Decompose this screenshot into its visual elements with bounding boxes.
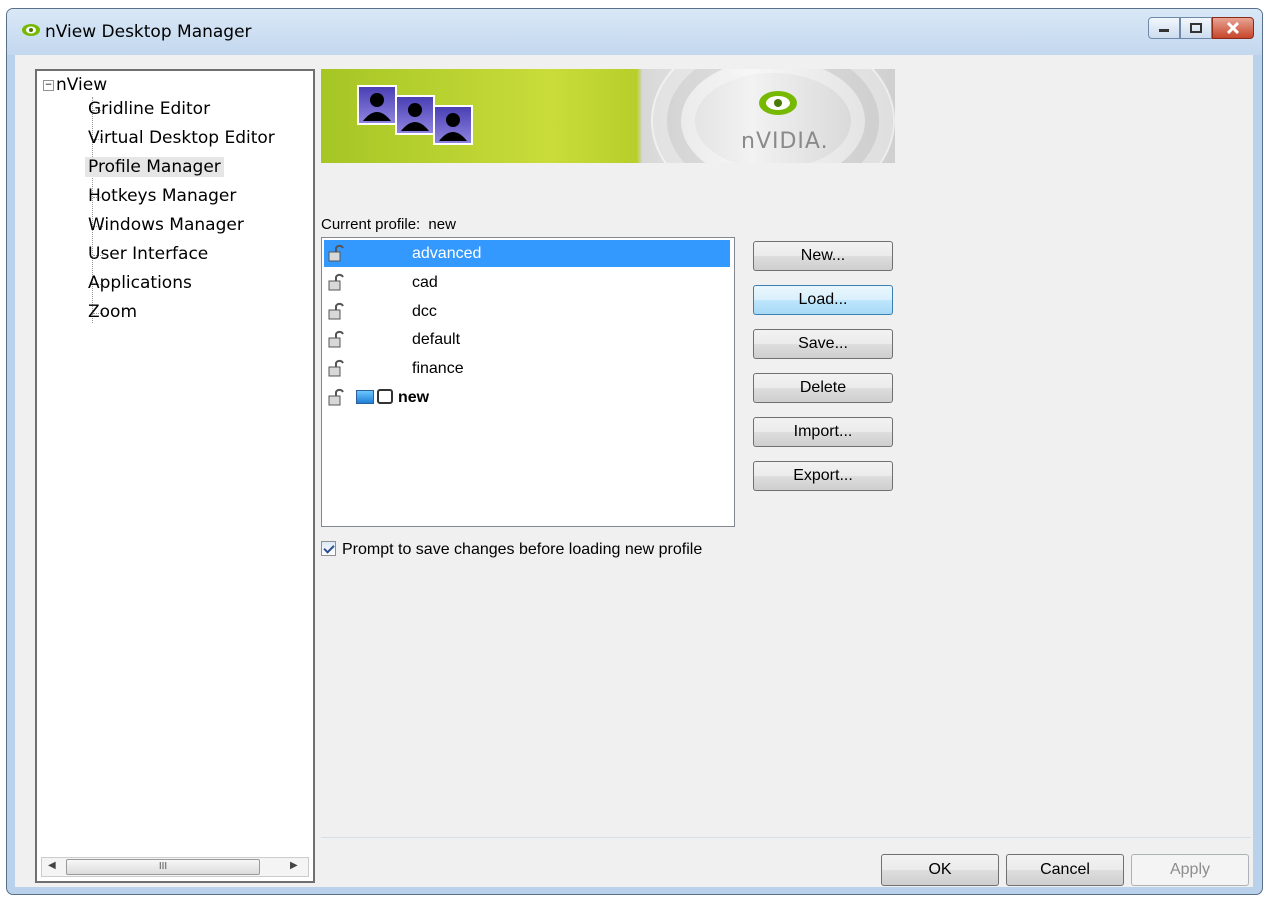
import-profile-button[interactable]: Import... xyxy=(753,417,893,447)
close-button[interactable] xyxy=(1212,17,1254,39)
client-area: − nView Gridline Editor Virtual Desktop E… xyxy=(15,55,1253,887)
ok-button[interactable]: OK xyxy=(881,854,999,886)
footer-divider xyxy=(321,837,1251,838)
profile-name: dcc xyxy=(412,303,437,320)
profile-name: advanced xyxy=(412,245,482,262)
tree-item-applications[interactable]: Applications xyxy=(85,273,195,293)
collapse-icon[interactable]: − xyxy=(43,79,54,91)
list-item[interactable]: cad xyxy=(324,269,730,296)
maximize-button[interactable] xyxy=(1180,17,1212,39)
tree-item-windows-manager[interactable]: Windows Manager xyxy=(85,215,247,235)
unlock-icon xyxy=(328,330,344,348)
list-item[interactable]: default xyxy=(324,326,730,353)
apply-button[interactable]: Apply xyxy=(1131,854,1249,886)
profile-name: finance xyxy=(412,360,464,377)
tree-root-nview[interactable]: − nView xyxy=(43,75,107,95)
new-profile-button[interactable]: New... xyxy=(753,241,893,271)
navigation-tree-panel: − nView Gridline Editor Virtual Desktop E… xyxy=(35,69,315,883)
app-window: nView Desktop Manager − nView Gridline E… xyxy=(6,8,1263,895)
scroll-thumb[interactable]: III xyxy=(66,859,260,875)
title-bar[interactable]: nView Desktop Manager xyxy=(7,9,1262,55)
tree-item-zoom[interactable]: Zoom xyxy=(85,302,140,322)
window-title: nView Desktop Manager xyxy=(45,22,252,42)
tree-root-label: nView xyxy=(56,75,108,95)
profile-name: new xyxy=(398,389,430,406)
nvidia-eye-logo xyxy=(759,91,797,115)
minimize-button[interactable] xyxy=(1148,17,1180,39)
list-item[interactable]: advanced xyxy=(324,240,730,267)
tree-item-gridline-editor[interactable]: Gridline Editor xyxy=(85,99,213,119)
caption-buttons xyxy=(1148,17,1254,41)
scroll-left-icon[interactable]: ◀ xyxy=(48,860,56,871)
user-icon xyxy=(357,85,397,125)
current-profile-line: Current profile: new xyxy=(321,216,456,233)
nvidia-banner: nVIDIA. xyxy=(321,69,895,163)
current-profile-value: new xyxy=(428,216,456,233)
nvidia-app-icon xyxy=(22,24,40,36)
unlock-icon xyxy=(328,388,344,406)
profile-name: cad xyxy=(412,274,438,291)
maximize-icon xyxy=(1190,23,1202,33)
load-profile-button[interactable]: Load... xyxy=(753,285,893,315)
export-profile-button[interactable]: Export... xyxy=(753,461,893,491)
unlock-icon xyxy=(328,359,344,377)
list-item[interactable]: new xyxy=(324,384,730,411)
prompt-save-option[interactable]: Prompt to save changes before loading ne… xyxy=(321,541,702,559)
current-profile-label: Current profile: xyxy=(321,216,421,233)
save-profile-button[interactable]: Save... xyxy=(753,329,893,359)
monitor-icon xyxy=(356,390,374,404)
window-icon xyxy=(377,389,393,404)
prompt-save-checkbox[interactable] xyxy=(321,541,336,556)
tree-item-profile-manager[interactable]: Profile Manager xyxy=(85,157,224,177)
tree-item-user-interface[interactable]: User Interface xyxy=(85,244,211,264)
close-icon xyxy=(1226,22,1240,34)
cancel-button[interactable]: Cancel xyxy=(1006,854,1124,886)
prompt-save-label: Prompt to save changes before loading ne… xyxy=(342,541,703,558)
horizontal-scrollbar[interactable]: ◀ III ▶ xyxy=(41,857,309,877)
nvidia-wordmark: nVIDIA. xyxy=(741,129,829,154)
minimize-icon xyxy=(1159,29,1169,32)
list-item[interactable]: finance xyxy=(324,355,730,382)
unlock-icon xyxy=(328,302,344,320)
profile-list[interactable]: advanced cad dcc default finance new xyxy=(321,237,735,527)
tree-item-hotkeys-manager[interactable]: Hotkeys Manager xyxy=(85,186,239,206)
user-icon xyxy=(395,95,435,135)
delete-profile-button[interactable]: Delete xyxy=(753,373,893,403)
scroll-right-icon[interactable]: ▶ xyxy=(290,860,298,871)
list-item[interactable]: dcc xyxy=(324,298,730,325)
unlock-icon xyxy=(328,273,344,291)
user-icon xyxy=(433,105,473,145)
profile-name: default xyxy=(412,331,461,348)
tree-item-virtual-desktop-editor[interactable]: Virtual Desktop Editor xyxy=(85,128,278,148)
unlock-icon xyxy=(328,244,344,262)
